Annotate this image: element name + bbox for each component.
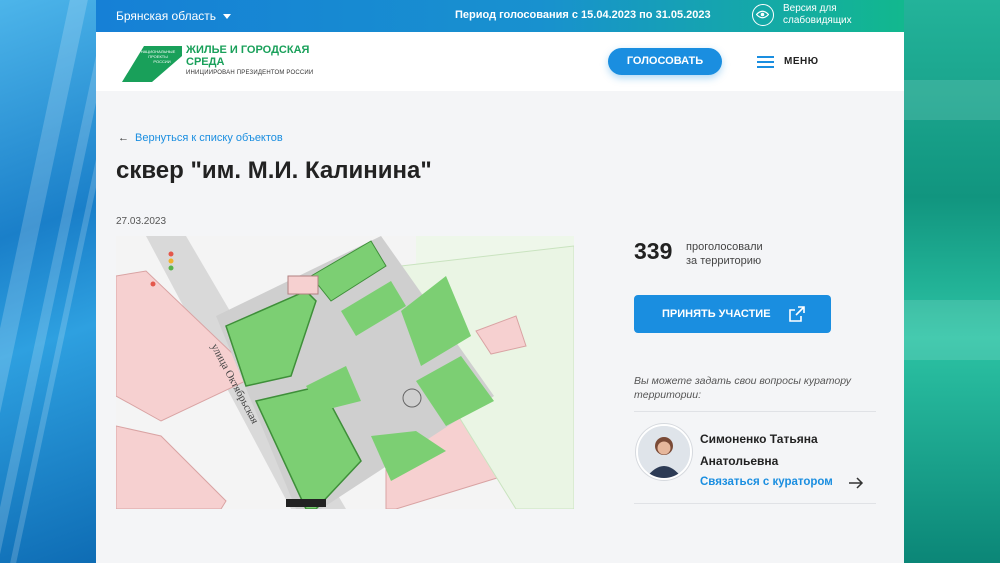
external-link-icon — [789, 306, 805, 322]
votes-label-line-2: за территорию — [686, 255, 762, 267]
join-button-label: ПРИНЯТЬ УЧАСТИЕ — [662, 308, 771, 320]
page-title: сквер "им. М.И. Калинина" — [116, 157, 432, 184]
chevron-down-icon — [223, 14, 231, 20]
logo-title: ЖИЛЬЕ И ГОРОДСКАЯ СРЕДА — [186, 44, 310, 68]
right-background — [904, 0, 1000, 563]
avatar — [636, 424, 692, 480]
left-background — [0, 0, 96, 563]
back-link[interactable]: ← Вернуться к списку объектов — [118, 132, 283, 144]
logo[interactable]: НАЦИОНАЛЬНЫЕ ПРОЕКТЫ РОССИИ — [122, 42, 182, 87]
logo-subtitle: ИНИЦИИРОВАН ПРЕЗИДЕНТОМ РОССИИ — [186, 70, 314, 76]
svg-text:РОССИИ: РОССИИ — [153, 59, 170, 64]
curator-prompt: Вы можете задать свои вопросы куратору т… — [634, 375, 851, 401]
curator-name: Симоненко Татьяна Анатольевна — [700, 432, 818, 468]
votes-count: 339 — [634, 238, 673, 264]
top-bar: Брянская область Период голосования с 15… — [96, 0, 904, 32]
page: Брянская область Период голосования с 15… — [96, 0, 904, 563]
votes-label: проголосовали за территорию — [686, 240, 763, 268]
menu-icon[interactable] — [757, 56, 774, 68]
publish-date: 27.03.2023 — [116, 216, 167, 227]
region-label: Брянская область — [116, 9, 216, 23]
site-header: НАЦИОНАЛЬНЫЕ ПРОЕКТЫ РОССИИ ЖИЛЬЕ И ГОРО… — [96, 32, 904, 91]
votes-label-line-1: проголосовали — [686, 241, 763, 253]
arrow-left-icon: ← — [118, 132, 129, 144]
eye-icon[interactable] — [752, 4, 774, 26]
back-link-label: Вернуться к списку объектов — [135, 132, 283, 144]
divider — [634, 503, 876, 504]
vote-button[interactable]: ГОЛОСОВАТЬ — [608, 48, 722, 75]
contact-curator-link[interactable]: Связаться с куратором — [700, 476, 833, 488]
territory-map[interactable]: улица Октябрьская — [116, 236, 574, 509]
voting-period: Период голосования с 15.04.2023 по 31.05… — [455, 9, 711, 21]
join-button[interactable]: ПРИНЯТЬ УЧАСТИЕ — [634, 295, 831, 333]
region-selector[interactable]: Брянская область — [116, 9, 231, 23]
accessibility-link[interactable]: Версия для слабовидящих — [783, 3, 863, 27]
divider — [634, 411, 876, 412]
menu-button[interactable]: МЕНЮ — [784, 56, 819, 67]
arrow-right-icon — [849, 477, 864, 489]
